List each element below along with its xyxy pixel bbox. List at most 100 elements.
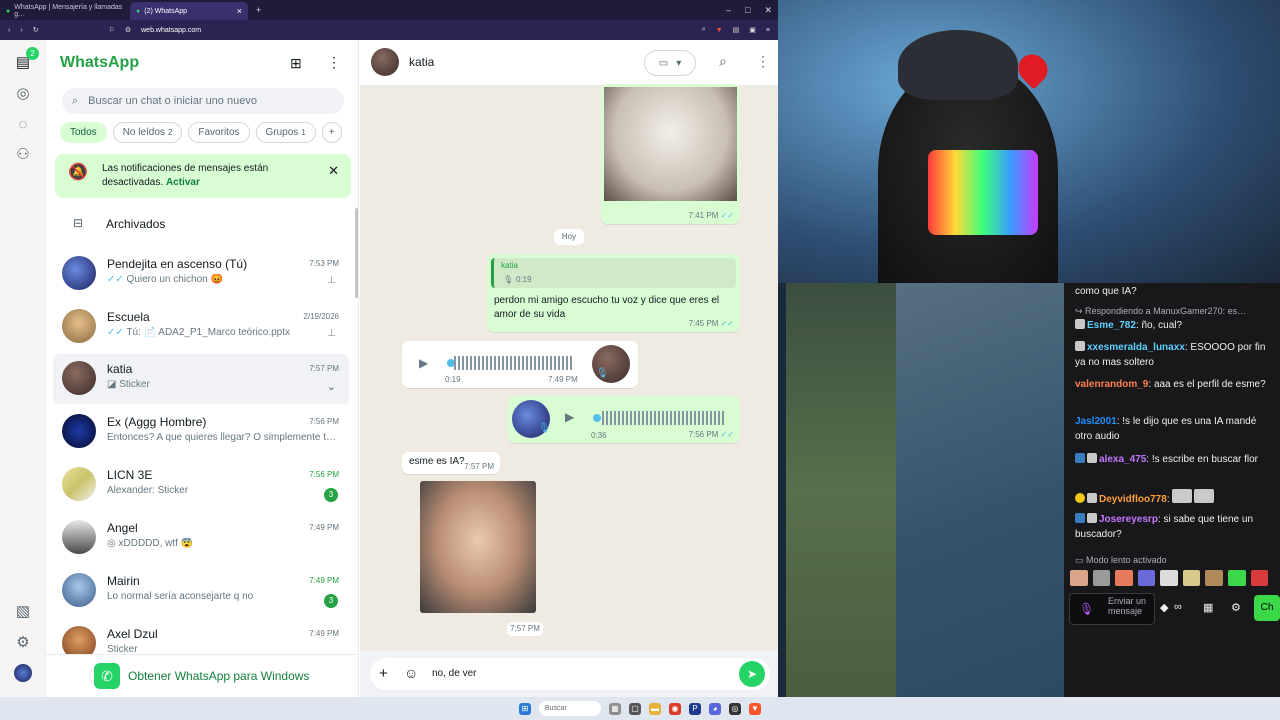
chat-send-button[interactable]: Ch bbox=[1254, 595, 1280, 621]
play-icon[interactable]: ▶ bbox=[419, 356, 428, 370]
sidebar-icon[interactable]: ▤ bbox=[733, 26, 740, 34]
archived-row[interactable]: ⊟ Archivados bbox=[46, 208, 359, 240]
photoshop-icon[interactable]: P bbox=[689, 702, 701, 715]
enable-notifications-link[interactable]: Activar bbox=[166, 177, 200, 188]
settings-icon[interactable]: ⚙ bbox=[14, 634, 32, 652]
play-icon[interactable]: ▶ bbox=[565, 410, 574, 424]
send-button[interactable]: ➤ bbox=[739, 661, 765, 687]
forward-icon[interactable]: › bbox=[20, 27, 22, 34]
chat-username[interactable]: valenrandom_9 bbox=[1075, 379, 1148, 390]
emote-icon[interactable] bbox=[1137, 570, 1156, 586]
sticker-image[interactable] bbox=[420, 481, 536, 613]
media-icon[interactable]: ▧ bbox=[14, 603, 32, 621]
get-windows-app-banner[interactable]: ✆ Obtener WhatsApp para Windows bbox=[46, 654, 359, 697]
channels-icon[interactable]: ◌ bbox=[14, 116, 32, 134]
chat-username[interactable]: Josereyesrp bbox=[1099, 514, 1158, 525]
voice-message-outgoing[interactable]: 🎙 ▶ 0:36 7:56 PM ✓✓ bbox=[508, 396, 740, 443]
audio-scrubber[interactable] bbox=[593, 414, 601, 422]
sticker-emoji-icon[interactable]: ☺ bbox=[404, 665, 418, 681]
emote-icon[interactable] bbox=[1182, 570, 1201, 586]
microphone-icon: 🎙 bbox=[503, 275, 514, 284]
attach-plus-icon[interactable]: + bbox=[379, 665, 388, 682]
chat-item[interactable]: Escuela ✓✓ Tú: 📄 ADA2_P1_Marco teórico.p… bbox=[53, 302, 349, 352]
emote-icon[interactable] bbox=[1227, 570, 1246, 586]
message-input[interactable]: no, de ver bbox=[432, 668, 476, 679]
store-icon[interactable]: ▦ bbox=[1203, 601, 1213, 614]
task-view-icon[interactable]: ▢ bbox=[629, 702, 641, 715]
video-call-button[interactable]: ▭ ▾ bbox=[644, 50, 696, 76]
menu-icon[interactable]: ≡ bbox=[766, 27, 770, 34]
emote-icon[interactable] bbox=[1092, 570, 1111, 586]
brave-icon[interactable]: ▼ bbox=[749, 702, 761, 715]
chat-item[interactable]: LICN 3E Alexander: Sticker 7:56 PM 3 bbox=[53, 460, 349, 510]
chat-item-selected[interactable]: katia ◪ Sticker 7:57 PM ⌄ bbox=[53, 354, 349, 404]
brave-shield-icon[interactable]: ▼ bbox=[716, 27, 723, 34]
contact-name[interactable]: katia bbox=[409, 55, 434, 69]
contact-avatar[interactable] bbox=[371, 48, 399, 76]
search-icon[interactable]: ⌕ bbox=[719, 53, 727, 70]
text-message-incoming[interactable]: esme es IA? 7:57 PM bbox=[402, 452, 500, 474]
more-options-icon[interactable]: ⋮ bbox=[756, 53, 770, 70]
reply-message[interactable]: katia 🎙 0:19 perdon mi amigo escucho tu … bbox=[487, 254, 740, 332]
back-icon[interactable]: ‹ bbox=[8, 27, 10, 34]
chat-input[interactable]: 🎙 Enviar un mensaje bbox=[1069, 593, 1155, 625]
maximize-icon[interactable]: □ bbox=[745, 5, 750, 15]
settings-icon[interactable]: ⚙ bbox=[1231, 601, 1241, 614]
chrome-icon[interactable]: ◉ bbox=[669, 702, 681, 715]
taskbar-search[interactable]: Buscar bbox=[539, 701, 601, 716]
more-options-icon[interactable]: ⋮ bbox=[327, 54, 341, 71]
emote-icon[interactable] bbox=[1070, 570, 1088, 586]
bits-icon[interactable]: ◆ bbox=[1160, 601, 1168, 614]
emote-icon[interactable] bbox=[1160, 570, 1178, 586]
wallet-icon[interactable]: ▣ bbox=[749, 26, 756, 34]
widgets-icon[interactable]: ▦ bbox=[609, 702, 621, 715]
bookmark-icon[interactable]: ⚐ bbox=[109, 26, 115, 34]
chat-username[interactable]: xxesmeralda_lunaxx bbox=[1087, 342, 1185, 353]
quoted-message[interactable]: katia 🎙 0:19 bbox=[491, 258, 736, 288]
obs-icon[interactable]: ◎ bbox=[729, 702, 741, 715]
communities-icon[interactable]: ⚇ bbox=[14, 146, 32, 164]
zoom-icon[interactable]: ⌕ bbox=[702, 26, 706, 34]
windows-start-icon[interactable]: ⊞ bbox=[519, 702, 531, 715]
infinity-icon[interactable]: ∞ bbox=[1174, 601, 1182, 613]
chat-item[interactable]: Ex (Aggg Hombre) Entonces? A que quieres… bbox=[53, 407, 349, 457]
filter-unread[interactable]: No leídos 2 bbox=[112, 122, 183, 143]
chat-item[interactable]: Pendejita en ascenso (Tú) ✓✓ Quiero un c… bbox=[53, 249, 349, 299]
reload-icon[interactable]: ↻ bbox=[33, 26, 39, 34]
minimize-icon[interactable]: – bbox=[726, 5, 731, 15]
chat-item[interactable]: Angel ◎ xDDDDD, wtf 😨 7:49 PM bbox=[53, 513, 349, 563]
new-chat-icon[interactable]: ⊞ bbox=[290, 55, 302, 72]
chevron-down-icon[interactable]: ⌄ bbox=[327, 380, 336, 393]
profile-avatar[interactable] bbox=[14, 664, 32, 682]
chat-username[interactable]: Esme_782 bbox=[1087, 320, 1136, 331]
filter-groups[interactable]: Grupos 1 bbox=[255, 122, 316, 143]
scrollbar[interactable] bbox=[355, 208, 358, 298]
add-filter-button[interactable]: + bbox=[321, 122, 342, 143]
status-icon[interactable]: ◎ bbox=[14, 85, 32, 103]
search-input[interactable]: ⌕ Buscar un chat o iniciar uno nuevo bbox=[62, 88, 344, 114]
url-field[interactable]: web.whatsapp.com bbox=[141, 27, 201, 34]
close-window-icon[interactable]: ✕ bbox=[764, 5, 772, 16]
chat-username[interactable]: alexa_475 bbox=[1099, 454, 1146, 465]
chat-item[interactable]: Axel Dzul Sticker 7:49 PM bbox=[53, 619, 349, 654]
emote-icon[interactable] bbox=[1205, 570, 1223, 586]
chat-username[interactable]: Deyvidfloo778 bbox=[1099, 494, 1167, 505]
close-tab-icon[interactable]: × bbox=[237, 6, 242, 16]
voice-message-incoming[interactable]: ▶ 0:19 7:49 PM 🎙 bbox=[402, 341, 638, 388]
filter-favorites[interactable]: Favoritos bbox=[188, 122, 250, 143]
emote-icon[interactable] bbox=[1115, 570, 1133, 586]
discord-icon[interactable]: ◕ bbox=[709, 702, 721, 715]
tab-whatsapp-info[interactable]: ● WhatsApp | Mensajería y llamadas g… bbox=[0, 2, 130, 20]
site-info-icon[interactable]: ⚙ bbox=[125, 26, 131, 34]
microphone-icon[interactable]: 🎙 bbox=[1079, 602, 1094, 616]
chat-username[interactable]: Jasl2001 bbox=[1075, 416, 1117, 427]
tab-whatsapp-active[interactable]: ● (2) WhatsApp × bbox=[130, 2, 248, 20]
emote-icon[interactable] bbox=[1250, 570, 1269, 586]
filter-all[interactable]: Todos bbox=[60, 122, 107, 143]
message-input-box[interactable]: + ☺ no, de ver ➤ bbox=[370, 658, 770, 690]
file-explorer-icon[interactable]: ▬ bbox=[649, 702, 661, 715]
close-icon[interactable]: ✕ bbox=[328, 164, 339, 178]
image-message[interactable]: 7:41 PM ✓✓ bbox=[601, 84, 740, 224]
chat-item[interactable]: Mairin Lo normal sería aconsejarte q no … bbox=[53, 566, 349, 616]
new-tab-icon[interactable]: + bbox=[256, 5, 261, 15]
